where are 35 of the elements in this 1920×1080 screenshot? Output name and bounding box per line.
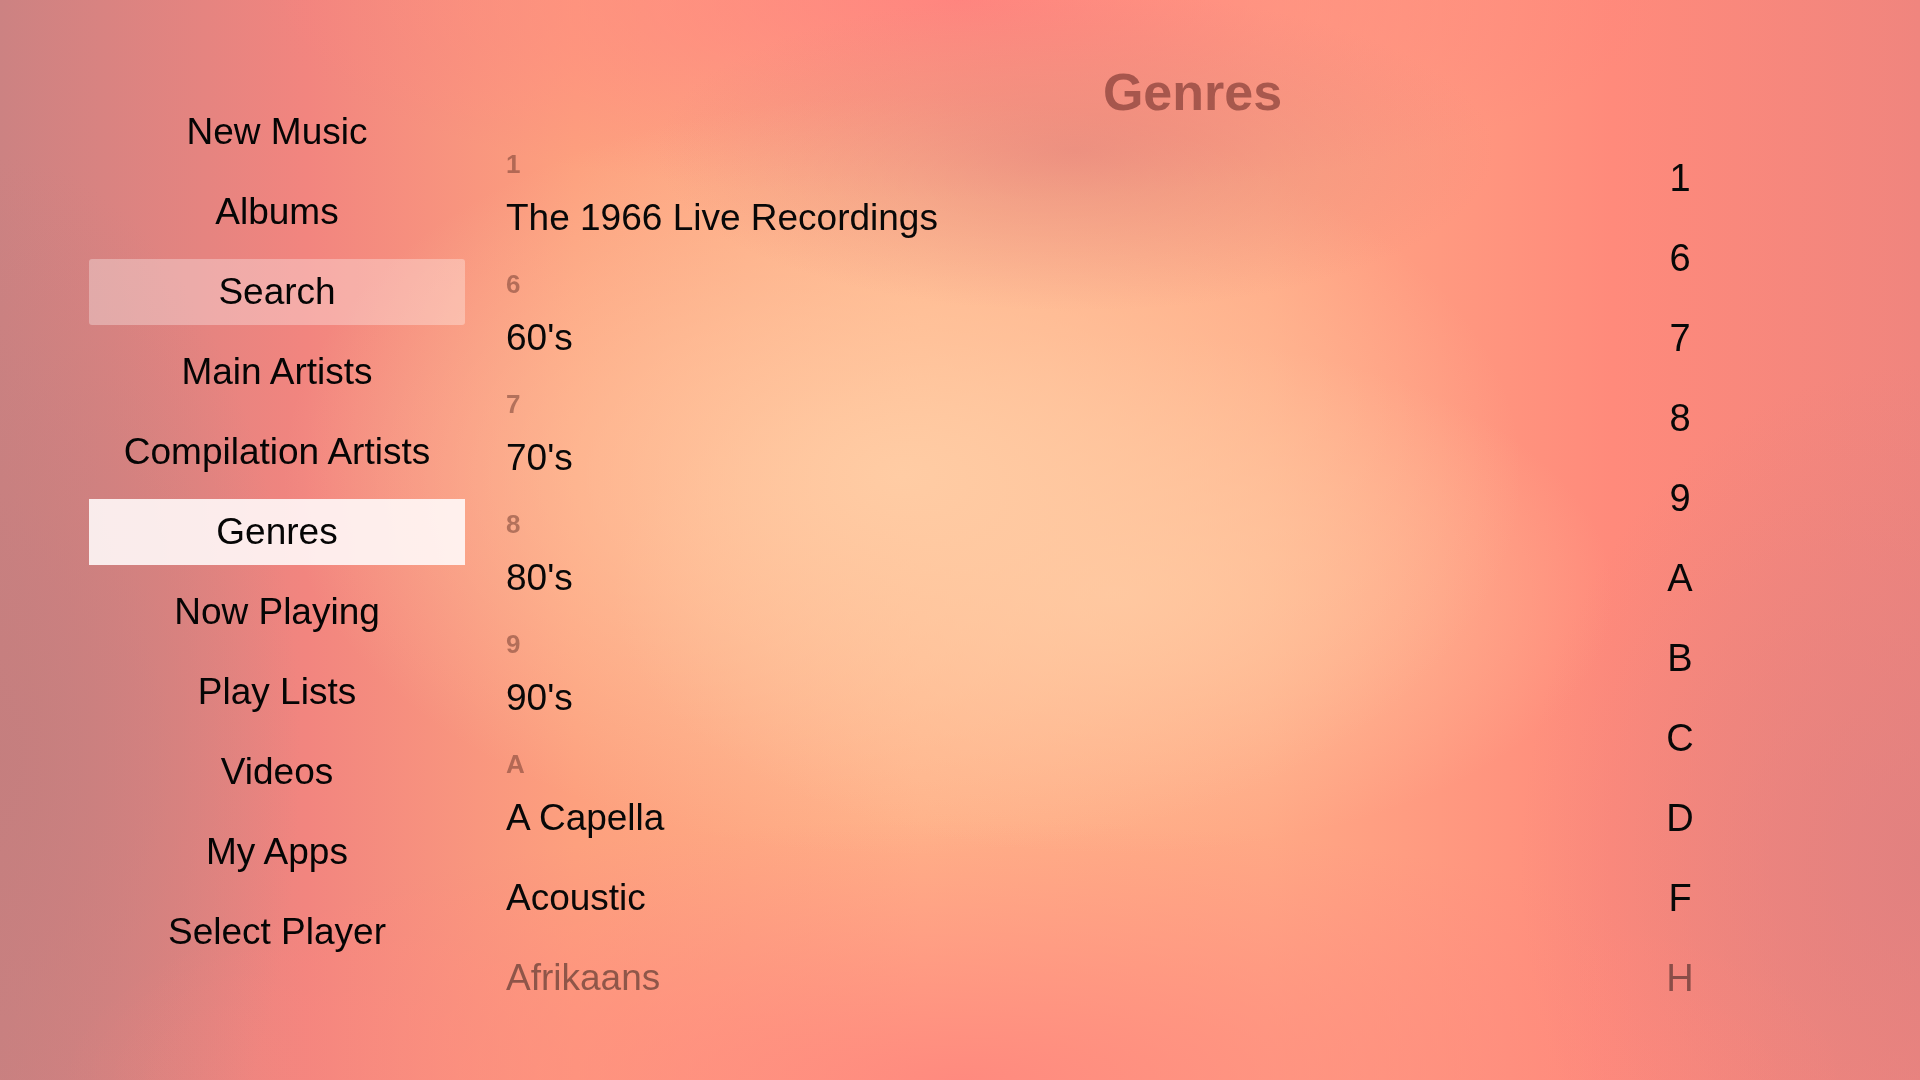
section-heading: 1 (506, 150, 521, 178)
section-heading: 9 (506, 630, 521, 658)
index-letter[interactable]: A (1667, 556, 1693, 600)
sidebar-item[interactable]: New Music (89, 99, 465, 165)
genre-item[interactable]: Acoustic (506, 876, 646, 920)
sidebar-item[interactable]: My Apps (89, 819, 465, 885)
index-letter[interactable]: 6 (1669, 236, 1691, 280)
sidebar-item[interactable]: Search (89, 259, 465, 325)
sidebar-item[interactable]: Albums (89, 179, 465, 245)
genre-item[interactable]: 90's (506, 676, 573, 720)
index-letter[interactable]: 9 (1669, 476, 1691, 520)
sidebar-item[interactable]: Main Artists (89, 339, 465, 405)
sidebar-item[interactable]: Compilation Artists (89, 419, 465, 485)
genre-item[interactable]: 80's (506, 556, 573, 600)
section-heading: A (506, 750, 525, 778)
index-letter[interactable]: 8 (1669, 396, 1691, 440)
index-letter[interactable]: F (1668, 876, 1692, 920)
sidebar-item[interactable]: Now Playing (89, 579, 465, 645)
genre-item[interactable]: The 1966 Live Recordings (506, 196, 938, 240)
index-letter[interactable]: 1 (1669, 156, 1691, 200)
sidebar-item[interactable]: Select Player (89, 899, 465, 965)
sidebar-item[interactable]: Genres (89, 499, 465, 565)
section-heading: 8 (506, 510, 521, 538)
page-title: Genres (1102, 62, 1283, 123)
section-heading: 6 (506, 270, 521, 298)
section-heading: 7 (506, 390, 521, 418)
index-letter[interactable]: 7 (1669, 316, 1691, 360)
sidebar-item[interactable]: Play Lists (89, 659, 465, 725)
genre-item[interactable]: 70's (506, 436, 573, 480)
sidebar-item[interactable]: Videos (89, 739, 465, 805)
genre-item[interactable]: A Capella (506, 796, 665, 840)
index-letter[interactable]: C (1666, 716, 1694, 760)
index-letter[interactable]: B (1667, 636, 1693, 680)
index-letter[interactable]: D (1666, 796, 1694, 840)
genre-item[interactable]: 60's (506, 316, 573, 360)
